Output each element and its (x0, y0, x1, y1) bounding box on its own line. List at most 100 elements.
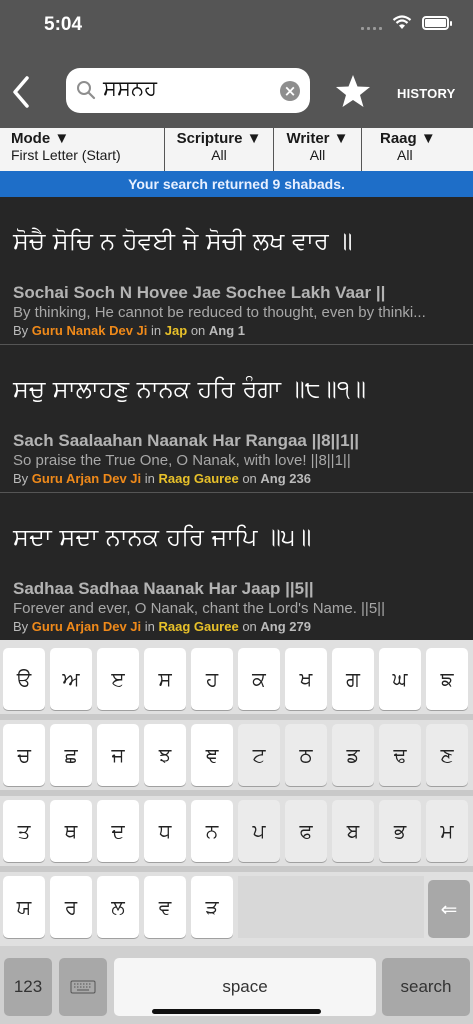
key[interactable]: ਹ (191, 648, 233, 710)
results-count-banner: Your search returned 9 shabads. (0, 171, 473, 197)
filter-mode-value: First Letter (Start) (11, 147, 121, 163)
home-indicator[interactable] (152, 1009, 321, 1014)
key[interactable]: ਪ (238, 800, 280, 862)
key[interactable]: ਜ (97, 724, 139, 786)
result-meta: By Guru Arjan Dev Ji in Raag Gauree on A… (13, 471, 460, 492)
key[interactable]: ਚ (3, 724, 45, 786)
results-list[interactable]: ਸੋਚੈ ਸੋਚਿ ਨ ਹੋਵਈ ਜੇ ਸੋਚੀ ਲਖ ਵਾਰ ॥ Sochai… (0, 197, 473, 640)
gurmukhi-line: ਸੋਚੈ ਸੋਚਿ ਨ ਹੋਵਈ ਜੇ ਸੋਚੀ ਲਖ ਵਾਰ ॥ (13, 227, 353, 255)
space-key[interactable]: space (114, 958, 376, 1016)
key[interactable]: ਖ (285, 648, 327, 710)
keyboard-row-1: ੳ ਅ ੲ ਸ ਹ ਕ ਖ ਗ ਘ ਙ (0, 644, 473, 724)
filter-scripture[interactable]: Scripture ▼ All (165, 128, 274, 171)
key[interactable]: ਣ (426, 724, 468, 786)
history-button[interactable]: HISTORY (397, 86, 455, 101)
key[interactable]: ਘ (379, 648, 421, 710)
key[interactable]: ਠ (285, 724, 327, 786)
battery-level (425, 18, 446, 27)
key[interactable]: ਫ (285, 800, 327, 862)
keyboard-row-4: ਯ ਰ ਲ ਵ ੜ (0, 872, 473, 952)
key[interactable]: ਰ (50, 876, 92, 938)
source-name: Jap (164, 323, 188, 338)
key[interactable]: ਤ (3, 800, 45, 862)
header: 5:04 ਸਸਨਹ × HISTORY (0, 0, 473, 128)
numbers-key[interactable]: 123 (4, 958, 52, 1016)
gurmukhi-line: ਸਦਾ ਸਦਾ ਨਾਨਕ ਹਰਿ ਜਾਪਿ ॥੫॥ (13, 523, 312, 551)
clear-search-icon[interactable]: × (280, 81, 300, 101)
result-meta: By Guru Arjan Dev Ji in Raag Gauree on A… (13, 619, 460, 640)
key[interactable]: ਕ (238, 648, 280, 710)
key[interactable]: ਡ (332, 724, 374, 786)
key[interactable]: ਙ (426, 648, 468, 710)
wifi-icon (392, 15, 412, 29)
translation: By thinking, He cannot be reduced to tho… (13, 304, 426, 321)
key[interactable]: ਦ (97, 800, 139, 862)
key[interactable]: ਝ (144, 724, 186, 786)
key[interactable]: ੳ (3, 648, 45, 710)
cellular-signal-icon (361, 16, 382, 30)
key[interactable]: ਗ (332, 648, 374, 710)
key[interactable]: ਅ (50, 648, 92, 710)
key[interactable]: ਯ (3, 876, 45, 938)
ang-number: Ang 279 (260, 619, 311, 634)
keyboard-row-2: ਚ ਛ ਜ ਝ ਞ ਟ ਠ ਡ ਢ ਣ (0, 720, 473, 800)
translation: So praise the True One, O Nanak, with lo… (13, 452, 351, 469)
key[interactable]: ਞ (191, 724, 233, 786)
key[interactable]: ਢ (379, 724, 421, 786)
key[interactable]: ਥ (50, 800, 92, 862)
filter-bar: Mode ▼ First Letter (Start) Scripture ▼ … (0, 128, 473, 171)
key[interactable]: ੜ (191, 876, 233, 938)
transliteration: Sadhaa Sadhaa Naanak Har Jaap ||5|| (13, 579, 314, 598)
list-item[interactable]: ਸੋਚੈ ਸੋਚਿ ਨ ਹੋਵਈ ਜੇ ਸੋਚੀ ਲਖ ਵਾਰ ॥ Sochai… (0, 197, 473, 345)
search-query-text: ਸਸਨਹ (103, 76, 157, 100)
writer-name: Guru Arjan Dev Ji (31, 471, 142, 486)
filter-scripture-title: Scripture ▼ (176, 130, 262, 147)
meta-on: on (242, 471, 257, 486)
filter-raag[interactable]: Raag ▼ All (362, 128, 473, 171)
key[interactable]: ਵ (144, 876, 186, 938)
key[interactable]: ਭ (379, 800, 421, 862)
meta-in: in (144, 471, 155, 486)
keyboard-row-3: ਤ ਥ ਦ ਧ ਨ ਪ ਫ ਬ ਭ ਮ (0, 796, 473, 876)
search-key[interactable]: search (382, 958, 470, 1016)
key[interactable]: ਮ (426, 800, 468, 862)
key[interactable]: ਟ (238, 724, 280, 786)
search-icon (77, 81, 96, 100)
filter-writer-title: Writer ▼ (286, 130, 349, 147)
filter-writer-value: All (309, 147, 326, 163)
favorites-star-icon[interactable] (335, 74, 371, 108)
status-time: 5:04 (44, 14, 83, 35)
key[interactable]: ੲ (97, 648, 139, 710)
key[interactable]: ਬ (332, 800, 374, 862)
writer-name: Guru Nanak Dev Ji (31, 323, 148, 338)
search-input[interactable]: ਸਸਨਹ × (66, 68, 310, 113)
meta-on: on (242, 619, 257, 634)
filter-raag-title: Raag ▼ (380, 130, 436, 147)
filter-writer[interactable]: Writer ▼ All (274, 128, 362, 171)
list-item[interactable]: ਸਚੁ ਸਾਲਾਹਣੁ ਨਾਨਕ ਹਰਿ ਰੰਗਾ ॥੮॥੧॥ Sach Saa… (0, 345, 473, 493)
list-item[interactable]: ਸਦਾ ਸਦਾ ਨਾਨਕ ਹਰਿ ਜਾਪਿ ॥੫॥ Sadhaa Sadhaa … (0, 493, 473, 640)
meta-by: By (13, 471, 29, 486)
result-meta: By Guru Nanak Dev Ji in Jap on Ang 1 (13, 323, 460, 344)
status-icons (361, 15, 452, 30)
filter-mode[interactable]: Mode ▼ First Letter (Start) (0, 128, 165, 171)
key[interactable]: ਨ (191, 800, 233, 862)
meta-by: By (13, 619, 29, 634)
key[interactable]: ਲ (97, 876, 139, 938)
translation: Forever and ever, O Nanak, chant the Lor… (13, 600, 385, 617)
meta-on: on (190, 323, 206, 338)
filter-scripture-value: All (211, 147, 227, 163)
keyboard-icon (70, 980, 96, 994)
battery-icon (422, 15, 452, 30)
back-arrow-icon[interactable] (10, 74, 32, 110)
transliteration: Sach Saalaahan Naanak Har Rangaa ||8||1|… (13, 431, 360, 450)
key[interactable]: ਸ (144, 648, 186, 710)
filter-mode-title: Mode ▼ (11, 130, 70, 147)
key[interactable]: ਛ (50, 724, 92, 786)
keyboard-switch-icon[interactable] (59, 958, 107, 1016)
source-name: Raag Gauree (158, 619, 239, 634)
backspace-key[interactable]: ⇐ (428, 880, 470, 938)
meta-in: in (144, 619, 155, 634)
key[interactable]: ਧ (144, 800, 186, 862)
meta-by: By (13, 323, 29, 338)
